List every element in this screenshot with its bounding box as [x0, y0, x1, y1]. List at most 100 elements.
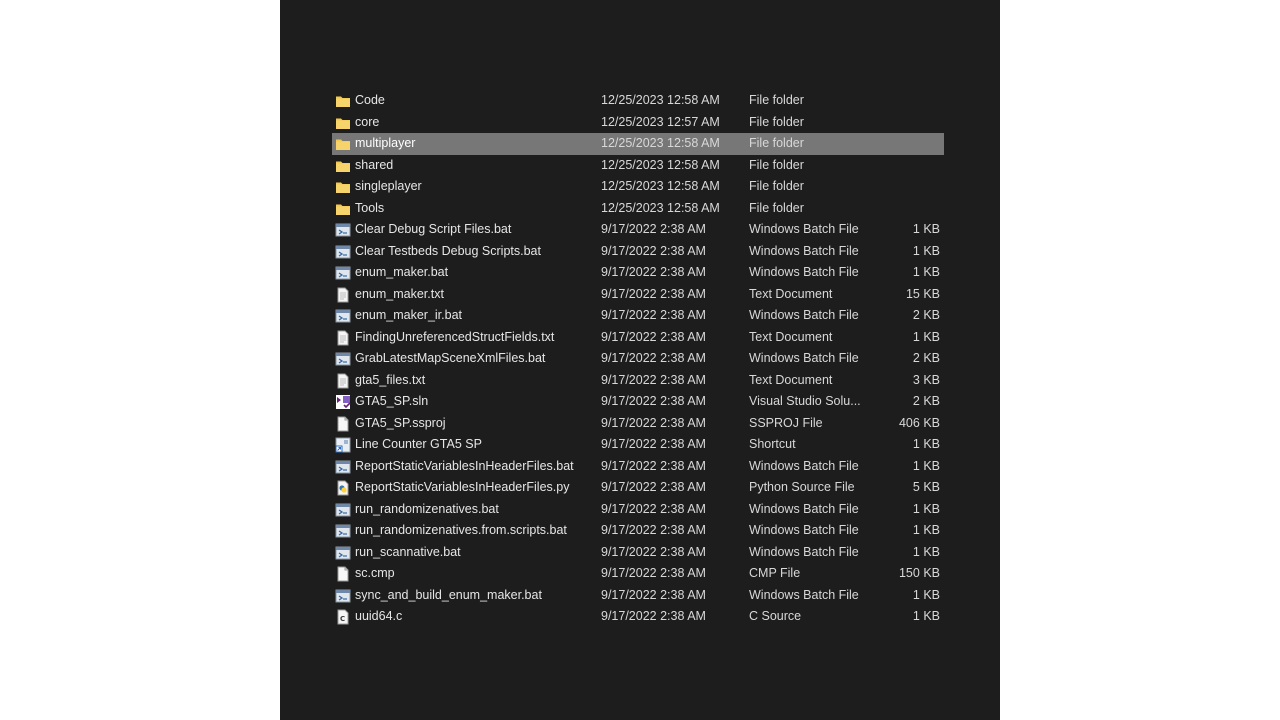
list-item[interactable]: shared 12/25/2023 12:58 AM File folder — [332, 155, 944, 177]
list-item[interactable]: GTA5_SP.ssproj 9/17/2022 2:38 AM SSPROJ Fi… — [332, 413, 944, 435]
svg-text:C: C — [340, 615, 345, 623]
file-name: GTA5_SP.sln — [355, 394, 429, 408]
file-type: Windows Batch File — [749, 308, 859, 322]
list-item[interactable]: run_randomizenatives.bat 9/17/2022 2:38 A… — [332, 499, 944, 521]
file-type: Windows Batch File — [749, 243, 859, 258]
folder-icon — [335, 179, 351, 195]
file-name: sync_and_build_enum_maker.bat — [355, 587, 542, 602]
date-modified: 9/17/2022 2:38 AM — [601, 609, 706, 623]
list-item[interactable]: sc.cmp 9/17/2022 2:38 AM CMP File 150 KB — [332, 563, 944, 585]
list-item[interactable]: singleplayer 12/25/2023 12:58 AM File fold… — [332, 176, 944, 198]
file-size: 1 KB — [912, 265, 940, 279]
file-name: run_randomizenatives.from.scripts.bat — [355, 523, 567, 537]
date-modified: 9/17/2022 2:38 AM — [601, 394, 706, 408]
folder-icon — [335, 93, 351, 109]
batch-file-icon — [335, 545, 351, 561]
file-size: 2 KB — [912, 308, 940, 322]
list-item[interactable]: Code 12/25/2023 12:58 AM File folder — [332, 90, 944, 112]
file-name: uuid64.c — [355, 609, 403, 623]
list-item[interactable]: Cuuid64.c 9/17/2022 2:38 AM C Source 1 KB — [332, 606, 944, 628]
list-item[interactable]: Clear Debug Script Files.bat 9/17/2022 2:… — [332, 219, 944, 241]
folder-icon — [335, 158, 351, 174]
file-type: Windows Batch File — [749, 222, 859, 236]
list-item[interactable]: FindingUnreferencedStructFields.txt 9/17/… — [332, 327, 944, 349]
list-item-selected[interactable]: multiplayer 12/25/2023 12:58 AM File folde… — [332, 133, 944, 155]
date-modified: 9/17/2022 2:38 AM — [601, 286, 706, 301]
file-name: GrabLatestMapSceneXmlFiles.bat — [355, 351, 546, 365]
batch-file-icon — [335, 523, 351, 539]
batch-file-icon — [335, 244, 351, 260]
file-name: ReportStaticVariablesInHeaderFiles.py — [355, 480, 570, 494]
list-item[interactable]: GTA5_SP.sln 9/17/2022 2:38 AM Visual Studi… — [332, 391, 944, 413]
date-modified: 12/25/2023 12:58 AM — [601, 93, 720, 107]
date-modified: 9/17/2022 2:38 AM — [601, 243, 706, 258]
batch-file-icon — [335, 308, 351, 324]
file-type: CMP File — [749, 566, 801, 580]
batch-file-icon — [335, 222, 351, 238]
list-item[interactable]: Tools 12/25/2023 12:58 AM File folder — [332, 198, 944, 220]
file-size: 5 KB — [912, 480, 940, 494]
file-name: sc.cmp — [355, 566, 395, 580]
file-name: ReportStaticVariablesInHeaderFiles.bat — [355, 458, 574, 473]
date-modified: 9/17/2022 2:38 AM — [601, 501, 706, 516]
file-name: GTA5_SP.ssproj — [355, 415, 446, 430]
file-type: Python Source File — [749, 480, 855, 494]
list-item[interactable]: core 12/25/2023 12:57 AM File folder — [332, 112, 944, 134]
file-size: 1 KB — [912, 437, 940, 451]
date-modified: 9/17/2022 2:38 AM — [601, 372, 706, 387]
list-item[interactable]: ReportStaticVariablesInHeaderFiles.py 9/1… — [332, 477, 944, 499]
file-name: multiplayer — [355, 136, 416, 150]
batch-file-icon — [335, 351, 351, 367]
list-item[interactable]: gta5_files.txt 9/17/2022 2:38 AM Text Docu… — [332, 370, 944, 392]
batch-file-icon — [335, 502, 351, 518]
file-type: File folder — [749, 157, 804, 172]
text-file-icon — [335, 373, 351, 389]
file-size: 1 KB — [912, 501, 940, 516]
list-item[interactable]: ReportStaticVariablesInHeaderFiles.bat 9/… — [332, 456, 944, 478]
file-name: enum_maker.bat — [355, 265, 449, 279]
file-name: run_scannative.bat — [355, 544, 461, 559]
file-size: 2 KB — [912, 394, 940, 408]
file-size: 1 KB — [912, 243, 940, 258]
date-modified: 12/25/2023 12:57 AM — [601, 114, 720, 129]
date-modified: 12/25/2023 12:58 AM — [601, 157, 720, 172]
date-modified: 9/17/2022 2:38 AM — [601, 222, 706, 236]
file-type: File folder — [749, 200, 804, 215]
file-name: Line Counter GTA5 SP — [355, 437, 482, 451]
list-item[interactable]: Clear Testbeds Debug Scripts.bat 9/17/202… — [332, 241, 944, 263]
file-type: File folder — [749, 114, 804, 129]
file-type: Windows Batch File — [749, 351, 859, 365]
list-item[interactable]: enum_maker.txt 9/17/2022 2:38 AM Text Docu… — [332, 284, 944, 306]
folder-icon — [335, 136, 351, 152]
file-size: 1 KB — [912, 609, 940, 623]
list-item[interactable]: run_randomizenatives.from.scripts.bat 9/1… — [332, 520, 944, 542]
list-item[interactable]: enum_maker_ir.bat 9/17/2022 2:38 AM Window… — [332, 305, 944, 327]
file-name: Tools — [355, 200, 385, 215]
list-item[interactable]: sync_and_build_enum_maker.bat 9/17/2022 2… — [332, 585, 944, 607]
file-size: 15 KB — [905, 286, 940, 301]
file-size: 1 KB — [912, 329, 940, 344]
file-type: Visual Studio Solu... — [749, 394, 861, 408]
file-type: SSPROJ File — [749, 415, 823, 430]
file-name: core — [355, 114, 380, 129]
date-modified: 9/17/2022 2:38 AM — [601, 437, 706, 451]
list-item[interactable]: enum_maker.bat 9/17/2022 2:38 AM Windows B… — [332, 262, 944, 284]
list-item[interactable]: GrabLatestMapSceneXmlFiles.bat 9/17/2022 … — [332, 348, 944, 370]
list-item[interactable]: Line Counter GTA5 SP 9/17/2022 2:38 AM Sho… — [332, 434, 944, 456]
date-modified: 9/17/2022 2:38 AM — [601, 308, 706, 322]
file-size: 1 KB — [912, 587, 940, 602]
file-name: singleplayer — [355, 179, 422, 193]
file-type: Windows Batch File — [749, 523, 859, 537]
file-type: Shortcut — [749, 437, 796, 451]
file-name: gta5_files.txt — [355, 372, 426, 387]
list-item[interactable]: run_scannative.bat 9/17/2022 2:38 AM Windo… — [332, 542, 944, 564]
file-type: Windows Batch File — [749, 265, 859, 279]
file-name: Code — [355, 93, 385, 107]
date-modified: 12/25/2023 12:58 AM — [601, 179, 720, 193]
date-modified: 9/17/2022 2:38 AM — [601, 265, 706, 279]
folder-icon — [335, 115, 351, 131]
file-size: 1 KB — [912, 222, 940, 236]
file-name: Clear Testbeds Debug Scripts.bat — [355, 243, 541, 258]
file-name: FindingUnreferencedStructFields.txt — [355, 329, 555, 344]
visual-studio-solution-icon — [335, 394, 351, 410]
